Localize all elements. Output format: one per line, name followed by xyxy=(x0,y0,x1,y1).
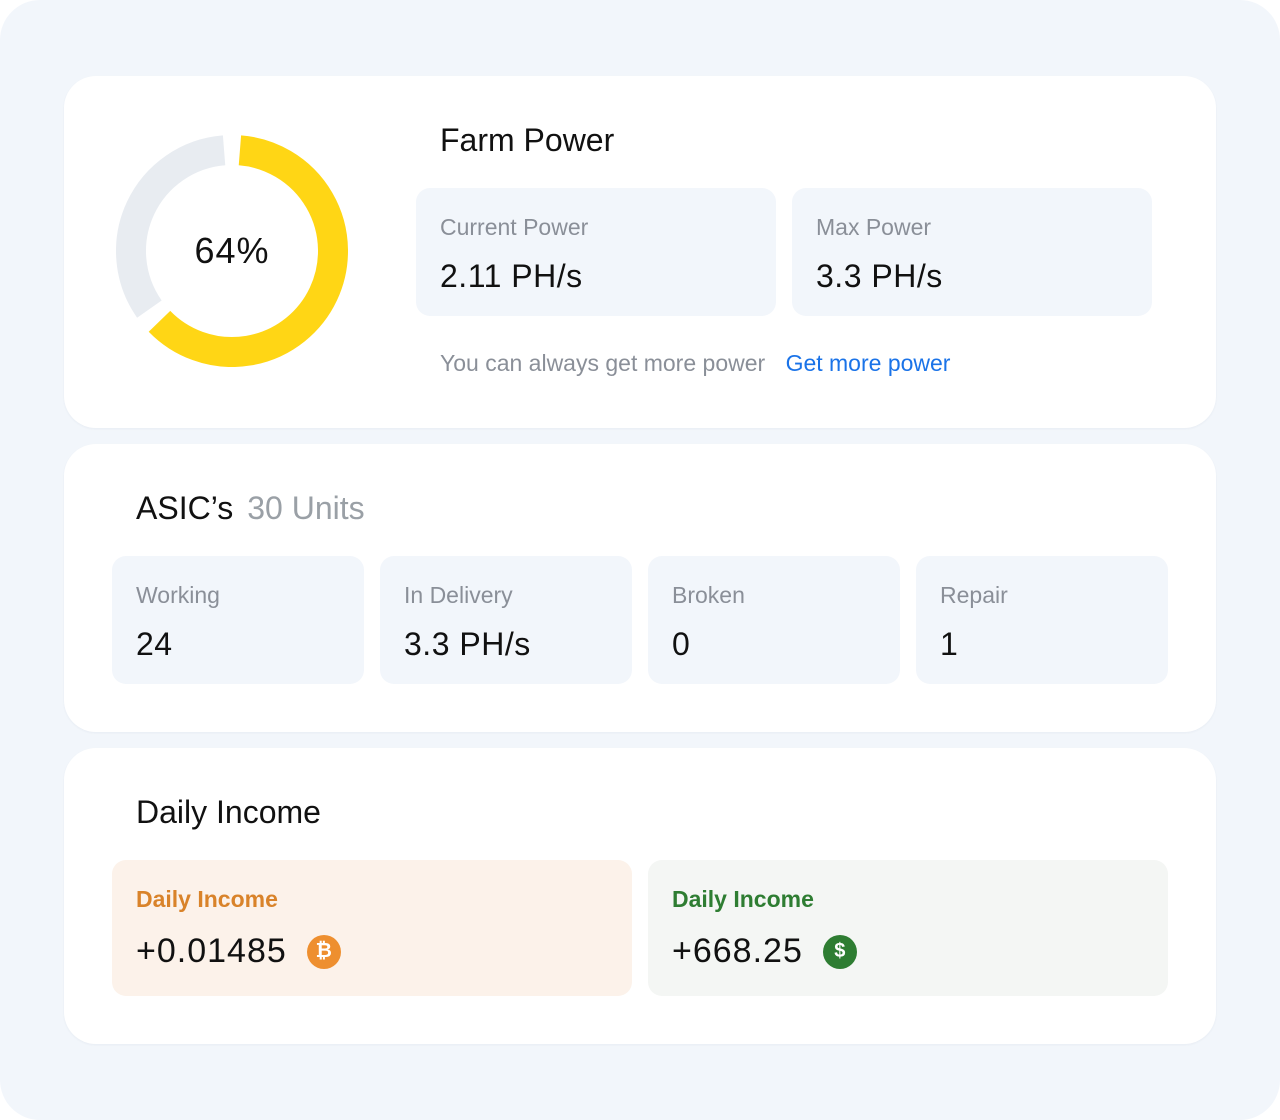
asic-stat-label: Broken xyxy=(672,582,745,608)
daily-income-btc-value: +0.01485 xyxy=(136,932,287,970)
max-power-value: 3.3 PH/s xyxy=(816,258,943,294)
asics-card: ASIC’s 30 Units Working 24 In Delivery 3.… xyxy=(64,444,1216,732)
current-power-value: 2.11 PH/s xyxy=(440,258,583,294)
asic-stat-value: 0 xyxy=(672,626,691,662)
asic-stat-in-delivery: In Delivery 3.3 PH/s xyxy=(380,556,632,684)
daily-income-card: Daily Income Daily Income +0.01485 ₿ Dai… xyxy=(64,748,1216,1044)
asic-stat-label: Repair xyxy=(940,582,1008,608)
asic-stat-value: 3.3 PH/s xyxy=(404,626,531,662)
daily-income-usd: Daily Income +668.25 $ xyxy=(648,860,1168,996)
daily-income-usd-value-row: +668.25 $ xyxy=(672,932,857,971)
asic-stat-label: Working xyxy=(136,582,220,608)
asic-stat-label: In Delivery xyxy=(404,582,513,608)
dashboard-background: 64% Farm Power Current Power 2.11 PH/s M… xyxy=(0,0,1280,1120)
power-percent-label: 64% xyxy=(194,230,270,271)
asic-stat-repair: Repair 1 xyxy=(916,556,1168,684)
daily-income-title: Daily Income xyxy=(136,794,321,830)
bitcoin-icon: ₿ xyxy=(306,934,341,969)
daily-income-btc-value-row: +0.01485 ₿ xyxy=(136,932,341,971)
asic-stat-broken: Broken 0 xyxy=(648,556,900,684)
farm-power-card: 64% Farm Power Current Power 2.11 PH/s M… xyxy=(64,76,1216,428)
current-power-stat: Current Power 2.11 PH/s xyxy=(416,188,776,316)
asic-stat-working: Working 24 xyxy=(112,556,364,684)
dollar-icon: $ xyxy=(822,934,857,969)
power-note: You can always get more power Get more p… xyxy=(440,350,950,377)
farm-power-title: Farm Power xyxy=(440,122,615,158)
asic-stat-value: 1 xyxy=(940,626,959,662)
max-power-label: Max Power xyxy=(816,214,932,240)
daily-income-btc-label: Daily Income xyxy=(136,886,278,912)
asic-stat-value: 24 xyxy=(136,626,173,662)
max-power-stat: Max Power 3.3 PH/s xyxy=(792,188,1152,316)
daily-income-usd-value: +668.25 xyxy=(672,932,803,970)
asics-title: ASIC’s 30 Units xyxy=(136,490,365,527)
asics-title-text: ASIC’s xyxy=(136,490,234,526)
current-power-label: Current Power xyxy=(440,214,589,240)
power-note-text: You can always get more power xyxy=(440,350,766,376)
get-more-power-link[interactable]: Get more power xyxy=(786,350,951,376)
power-donut-chart: 64% xyxy=(116,135,348,367)
asics-units-count: 30 Units xyxy=(247,490,365,526)
daily-income-usd-label: Daily Income xyxy=(672,886,814,912)
daily-income-btc: Daily Income +0.01485 ₿ xyxy=(112,860,632,996)
